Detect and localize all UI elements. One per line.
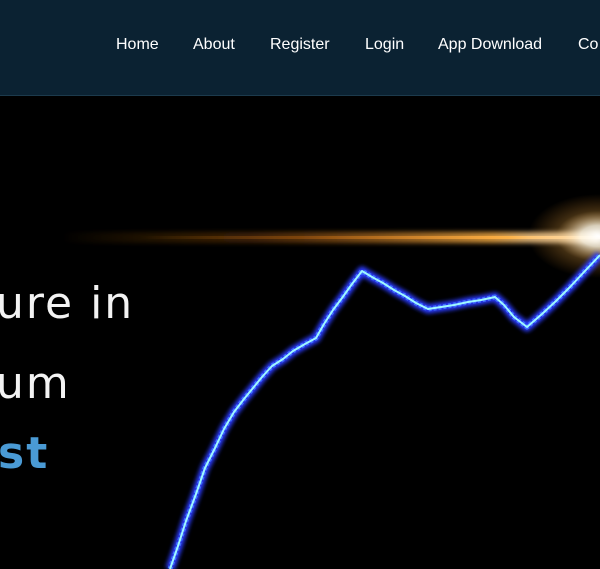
- nav-item-app-download[interactable]: App Download: [438, 36, 542, 54]
- nav-item-register[interactable]: Register: [270, 36, 330, 54]
- nav-item-contact[interactable]: Co: [578, 36, 598, 54]
- hero-heading-line-3: st: [0, 428, 50, 479]
- hero-chart-graphic: [60, 194, 600, 569]
- nav-item-home[interactable]: Home: [116, 36, 159, 54]
- hero-section: ure in um st: [0, 96, 600, 569]
- lens-flare-streak: [60, 194, 600, 278]
- hero-heading-line-1: ure in: [0, 278, 135, 329]
- nav-item-about[interactable]: About: [193, 36, 235, 54]
- top-navbar: Home About Register Login App Download C…: [0, 0, 600, 96]
- chart-trend-line: [165, 251, 600, 569]
- hero-heading-line-2: um: [0, 358, 71, 409]
- nav-item-login[interactable]: Login: [365, 36, 404, 54]
